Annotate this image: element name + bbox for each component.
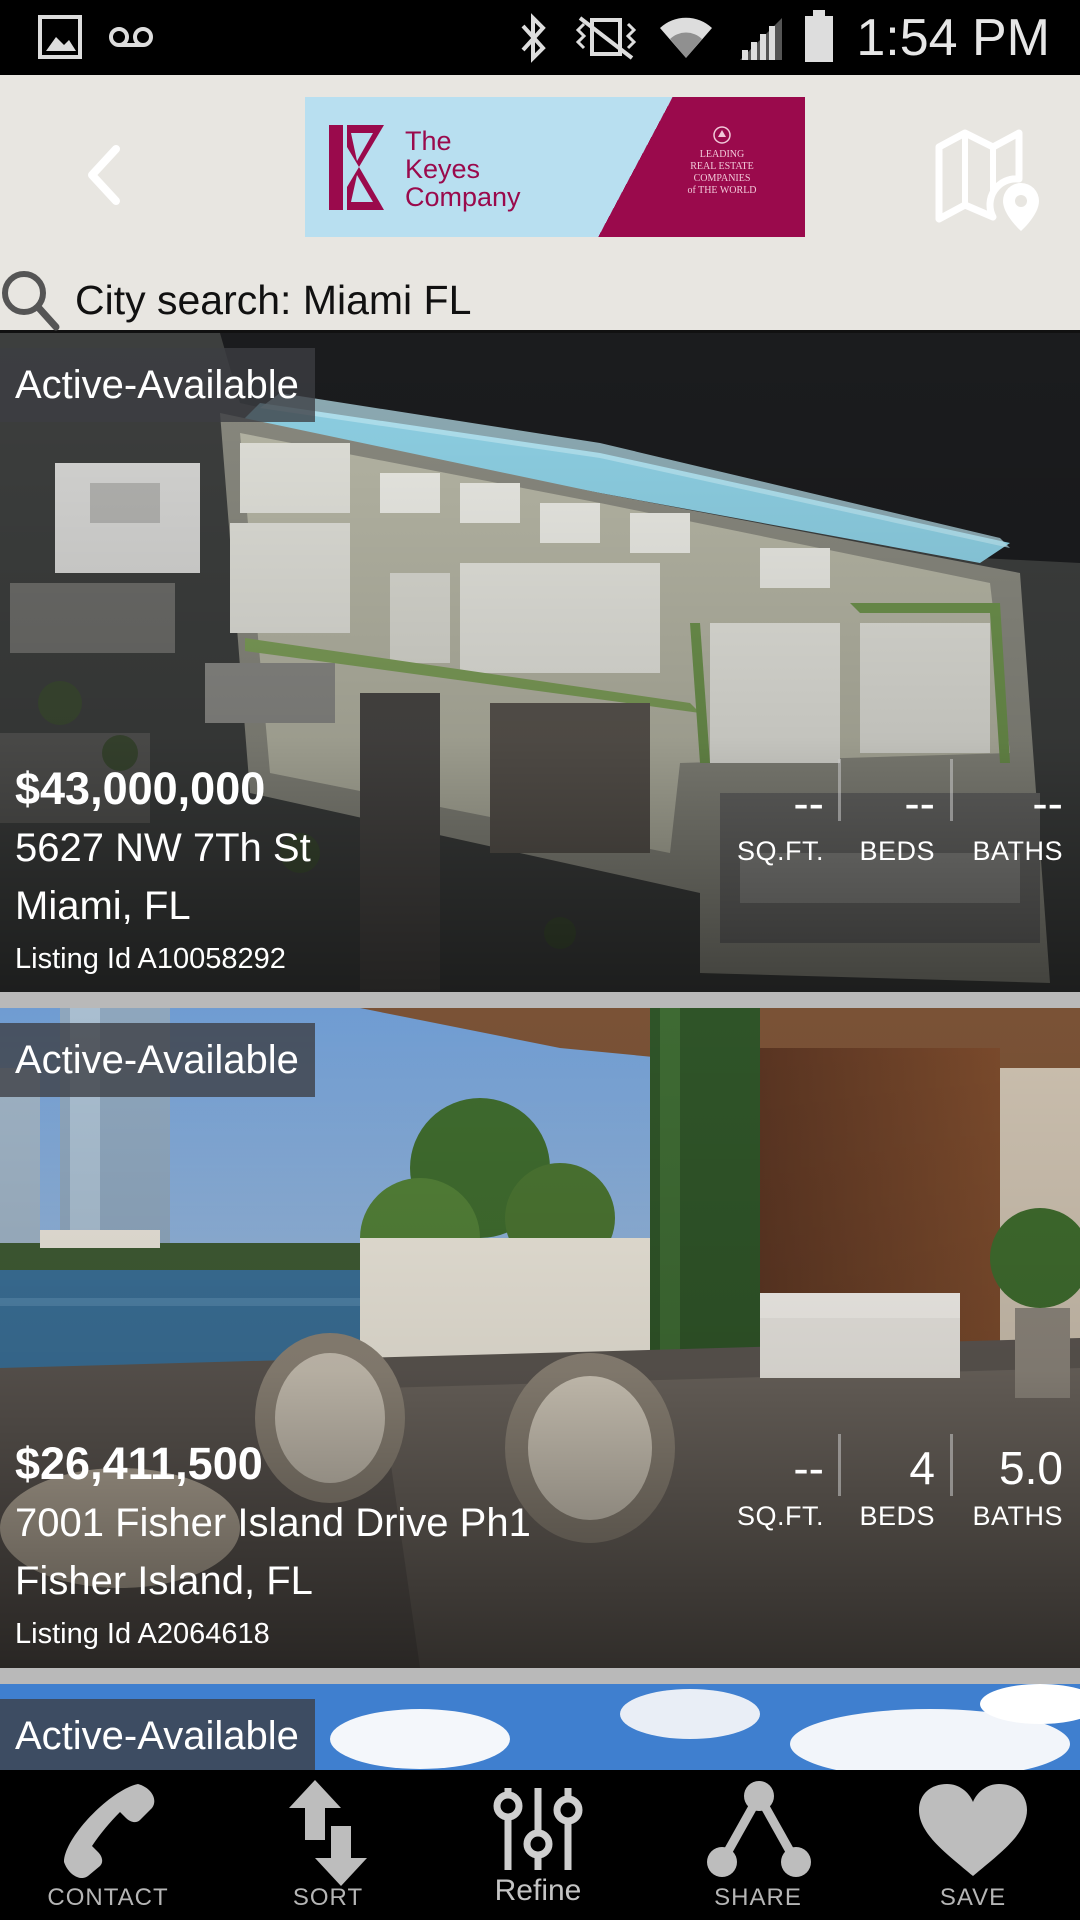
- stat-divider: [950, 1434, 953, 1496]
- map-view-button[interactable]: [935, 125, 1045, 235]
- sort-arrows-icon: [289, 1780, 367, 1886]
- sqft-value: --: [793, 1442, 824, 1494]
- badge-line-1: LEADING: [699, 149, 745, 160]
- baths-value: --: [1032, 777, 1063, 829]
- share-label: SHARE: [714, 1884, 802, 1911]
- sqft-stat: -- SQ.FT.: [732, 778, 824, 867]
- refine-button[interactable]: Refine: [468, 1770, 608, 1920]
- stat-divider: [838, 759, 841, 821]
- badge-line-3: COMPANIES: [693, 173, 751, 184]
- search-query-text: City search: Miami FL: [75, 277, 472, 323]
- contact-button[interactable]: CONTACT: [38, 1770, 178, 1920]
- back-button[interactable]: [70, 135, 140, 215]
- battery-icon: [805, 10, 833, 62]
- save-label: SAVE: [939, 1884, 1007, 1911]
- listing-card[interactable]: Active-Available $26,411,500 7001 Fisher…: [0, 1008, 1080, 1668]
- baths-stat: -- BATHS: [965, 778, 1063, 867]
- beds-label: BEDS: [859, 1501, 935, 1531]
- heart-icon: [919, 1784, 1027, 1876]
- keyes-k-mark: [329, 125, 384, 210]
- status-badge: Active-Available: [0, 1023, 315, 1097]
- sqft-stat: -- SQ.FT.: [732, 1443, 824, 1532]
- signal-icon: [740, 18, 782, 60]
- sqft-label: SQ.FT.: [736, 836, 824, 866]
- sqft-label: SQ.FT.: [736, 1501, 824, 1531]
- badge-line-4: of THE WORLD: [687, 185, 757, 196]
- baths-stat: 5.0 BATHS: [965, 1443, 1063, 1532]
- wifi-icon: [660, 17, 712, 58]
- logo-line-2: Keyes: [405, 154, 481, 184]
- image-icon: [38, 15, 82, 59]
- stat-divider: [950, 759, 953, 821]
- baths-value: 5.0: [999, 1442, 1063, 1494]
- phone-icon: [64, 1784, 155, 1878]
- listing-address-city: Miami, FL: [15, 884, 191, 928]
- sort-label: SORT: [292, 1884, 364, 1911]
- beds-stat: 4 BEDS: [855, 1443, 935, 1532]
- keyes-company-logo: The Keyes Company LEADING REAL ESTATE CO…: [305, 97, 805, 237]
- bottom-action-bar: CONTACT SORT Refine SHARE SAVE: [0, 1770, 1080, 1920]
- baths-label: BATHS: [972, 836, 1063, 866]
- crest-icon: [713, 126, 731, 144]
- listing-id: Listing Id A2064618: [15, 1618, 270, 1650]
- status-badge: Active-Available: [0, 348, 315, 422]
- listing-divider: [0, 992, 1080, 1008]
- status-bar: 1:54 PM: [0, 0, 1080, 75]
- beds-stat: -- BEDS: [855, 778, 935, 867]
- listing-id: Listing Id A10058292: [15, 943, 286, 975]
- refine-label: Refine: [494, 1874, 582, 1907]
- badge-line-2: REAL ESTATE: [690, 161, 754, 172]
- status-badge: Active-Available: [0, 1699, 315, 1770]
- search-icon: [2, 271, 60, 331]
- sqft-value: --: [793, 777, 824, 829]
- listing-price: $26,411,500: [15, 1438, 263, 1489]
- share-button[interactable]: SHARE: [688, 1770, 828, 1920]
- logo-line-3: Company: [405, 182, 521, 212]
- listing-card[interactable]: Active-Available: [0, 1684, 1080, 1770]
- vibrate-icon: [575, 16, 637, 60]
- save-button[interactable]: SAVE: [903, 1770, 1043, 1920]
- listing-address-city: Fisher Island, FL: [15, 1559, 313, 1603]
- listing-price: $43,000,000: [15, 763, 266, 814]
- beds-value: 4: [909, 1442, 935, 1494]
- baths-label: BATHS: [972, 1501, 1063, 1531]
- beds-value: --: [904, 777, 935, 829]
- stat-divider: [838, 1434, 841, 1496]
- clock: 1:54 PM: [856, 9, 1050, 67]
- sliders-icon: [493, 1788, 583, 1870]
- sort-button[interactable]: SORT: [258, 1770, 398, 1920]
- logo-wordmark: The Keyes Company: [405, 127, 521, 211]
- logo-line-1: The: [405, 126, 452, 156]
- voicemail-icon: [109, 27, 153, 47]
- listing-divider: [0, 1668, 1080, 1684]
- share-icon: [707, 1781, 811, 1877]
- city-search-bar[interactable]: City search: Miami FL: [0, 265, 1080, 333]
- listing-address-street: 5627 NW 7Th St: [15, 826, 311, 870]
- leading-companies-badge: LEADING REAL ESTATE COMPANIES of THE WOR…: [667, 125, 777, 197]
- beds-label: BEDS: [859, 836, 935, 866]
- contact-label: CONTACT: [47, 1884, 169, 1911]
- app-header: The Keyes Company LEADING REAL ESTATE CO…: [0, 75, 1080, 265]
- listing-address-street: 7001 Fisher Island Drive Ph1: [15, 1501, 531, 1545]
- bluetooth-icon: [521, 13, 546, 63]
- listing-card[interactable]: Active-Available $43,000,000 5627 NW 7Th…: [0, 333, 1080, 1008]
